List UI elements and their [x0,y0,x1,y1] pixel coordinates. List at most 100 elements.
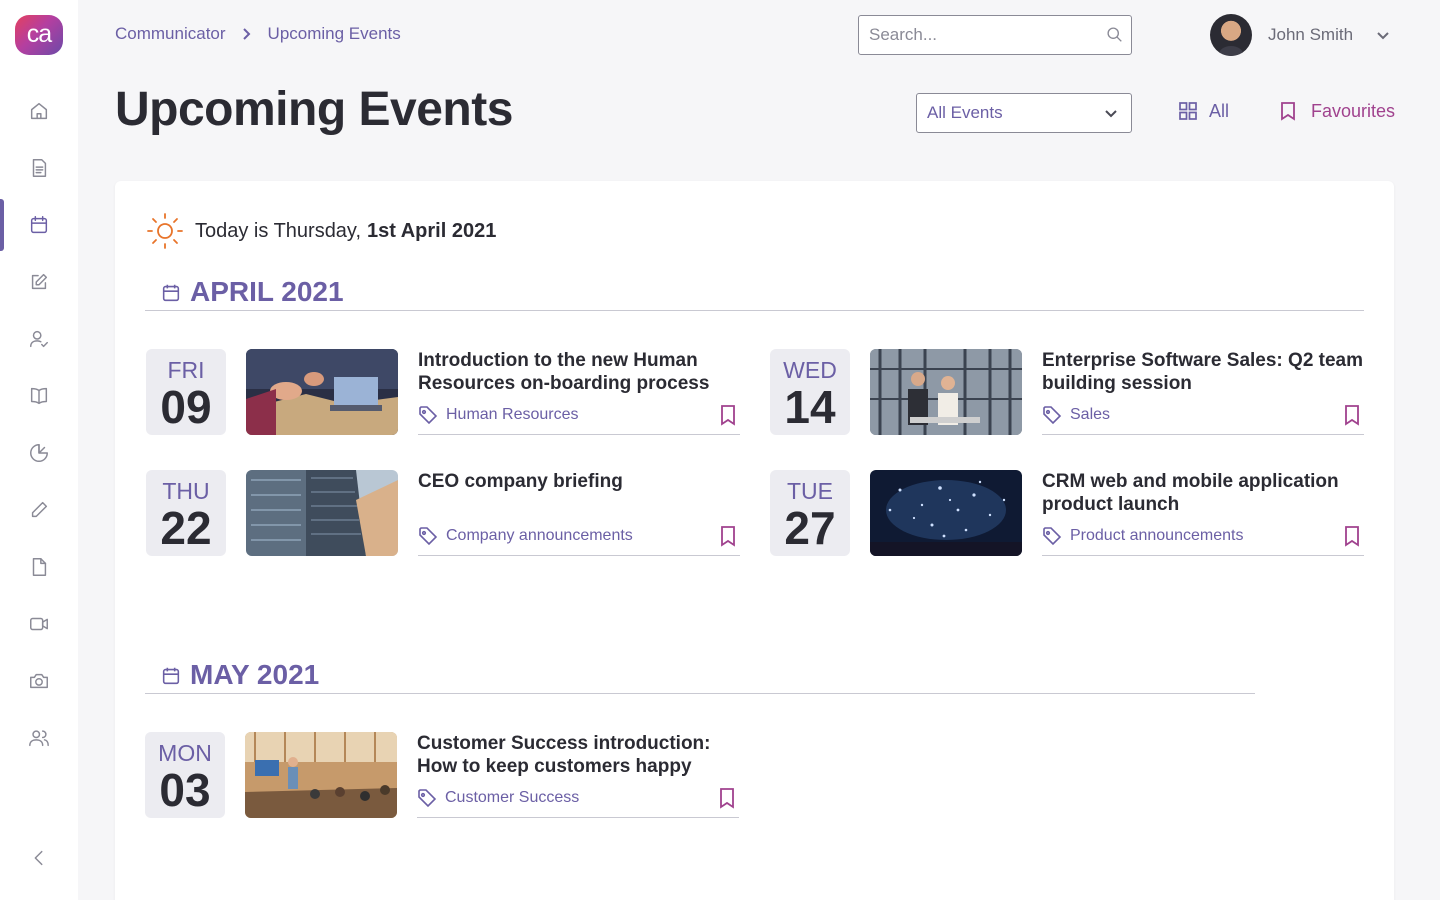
camera-icon [30,673,48,689]
event-date: WED 14 [770,349,850,435]
sidebar-item-events[interactable] [0,199,78,251]
sidebar-item-files[interactable] [0,541,78,593]
sidebar: ca [0,0,78,900]
bookmark-icon[interactable] [718,525,738,552]
event-title[interactable]: CRM web and mobile application product l… [1042,470,1364,516]
event-tag-label: Product announcements [1070,527,1244,544]
user-check-icon [30,330,48,348]
sidebar-item-people[interactable] [0,313,78,365]
sidebar-item-write[interactable] [0,484,78,536]
bookmark-icon[interactable] [718,404,738,431]
tag-icon [1043,406,1062,425]
event-filter-dropdown[interactable]: All Events [916,93,1132,133]
sidebar-item-documents[interactable] [0,142,78,194]
event-day: 09 [160,381,212,433]
event-title[interactable]: Customer Success introduction: How to ke… [417,732,739,778]
event-item[interactable]: WED 14 Enterprise Software Sales: Q2 tea… [770,349,1364,437]
event-thumbnail[interactable] [870,470,1022,556]
bookmark-icon[interactable] [1342,404,1362,431]
event-item[interactable]: FRI 09 Introduction to the new Human Res… [146,349,740,437]
event-weekday: WED [783,357,837,383]
home-icon [30,102,48,120]
sidebar-item-video[interactable] [0,598,78,650]
book-icon [30,387,48,405]
event-weekday: TUE [787,478,833,504]
sidebar-item-teams[interactable] [0,712,78,764]
event-weekday: THU [162,478,210,504]
today-date: 1st April 2021 [367,219,497,242]
search-input[interactable] [869,16,1099,54]
tag-icon [419,527,438,546]
avatar [1210,14,1252,56]
event-item[interactable]: TUE 27 CRM web and mobile application pr… [770,470,1364,558]
events-card: Today is Thursday, 1st April 2021 APRIL … [115,181,1394,900]
view-all-button[interactable]: All [1177,100,1229,122]
sidebar-item-home[interactable] [0,85,78,137]
event-thumbnail[interactable] [246,349,398,435]
calendar-icon [162,667,180,685]
event-divider [418,434,740,435]
event-item[interactable]: THU 22 CEO company briefing Company anno… [146,470,740,558]
page-title: Upcoming Events [115,83,513,136]
event-weekday: FRI [167,357,205,383]
event-divider [417,817,739,818]
event-date: MON 03 [145,732,225,818]
calendar-icon [30,216,48,234]
user-menu[interactable]: John Smith [1210,14,1391,56]
sidebar-item-library[interactable] [0,370,78,422]
event-title[interactable]: Introduction to the new Human Resources … [418,349,740,395]
event-tag[interactable]: Human Resources [418,405,579,425]
breadcrumb: Communicator Upcoming Events [115,24,401,44]
chevron-left-icon [34,850,43,866]
event-tag-label: Company announcements [446,527,633,544]
event-tag[interactable]: Sales [1042,405,1110,425]
edit-icon [31,273,48,290]
event-divider [1042,555,1364,556]
bookmark-icon[interactable] [1342,525,1362,552]
event-tag[interactable]: Product announcements [1042,526,1243,546]
event-date: TUE 27 [770,470,850,556]
month-label: APRIL 2021 [190,276,344,307]
favourites-button[interactable]: Favourites [1277,100,1395,122]
month-label: MAY 2021 [190,659,320,690]
event-title[interactable]: CEO company briefing [418,470,740,493]
breadcrumb-root-link[interactable]: Communicator [115,24,226,44]
search-icon[interactable] [1106,26,1123,48]
today-prefix: Today is Thursday, [195,219,362,242]
users-icon [29,730,49,747]
event-date: THU 22 [146,470,226,556]
file-icon [32,558,47,576]
today-banner: Today is Thursday, 1st April 2021 [145,211,496,251]
collapse-sidebar-button[interactable] [0,832,78,884]
app-logo[interactable]: ca [15,15,63,55]
event-tag[interactable]: Customer Success [417,788,579,808]
sidebar-item-photos[interactable] [0,655,78,707]
grid-icon [1179,102,1197,120]
view-all-label: All [1209,100,1230,121]
chevron-down-icon [1375,27,1391,43]
month-header-may: MAY 2021 [145,660,1255,694]
search-box [858,15,1132,55]
event-divider [1042,434,1364,435]
event-tag-label: Customer Success [445,789,580,806]
bookmark-icon[interactable] [717,787,737,814]
event-day: 03 [159,764,211,816]
event-filter-value: All Events [927,103,1003,122]
event-date: FRI 09 [146,349,226,435]
sidebar-item-edit[interactable] [0,256,78,308]
event-tag[interactable]: Company announcements [418,526,633,546]
sun-icon [147,213,183,249]
event-thumbnail[interactable] [246,470,398,556]
event-thumbnail[interactable] [870,349,1022,435]
event-day: 22 [160,502,212,554]
calendar-icon [162,284,180,302]
event-item[interactable]: MON 03 Customer Success introduction: Ho… [145,732,739,820]
month-header-april: APRIL 2021 [145,277,1364,311]
tag-icon [418,789,437,808]
tag-icon [419,406,438,425]
sidebar-item-analytics[interactable] [0,427,78,479]
breadcrumb-current: Upcoming Events [267,24,401,43]
chevron-right-icon [240,28,252,40]
event-thumbnail[interactable] [245,732,397,818]
event-title[interactable]: Enterprise Software Sales: Q2 team build… [1042,349,1364,395]
